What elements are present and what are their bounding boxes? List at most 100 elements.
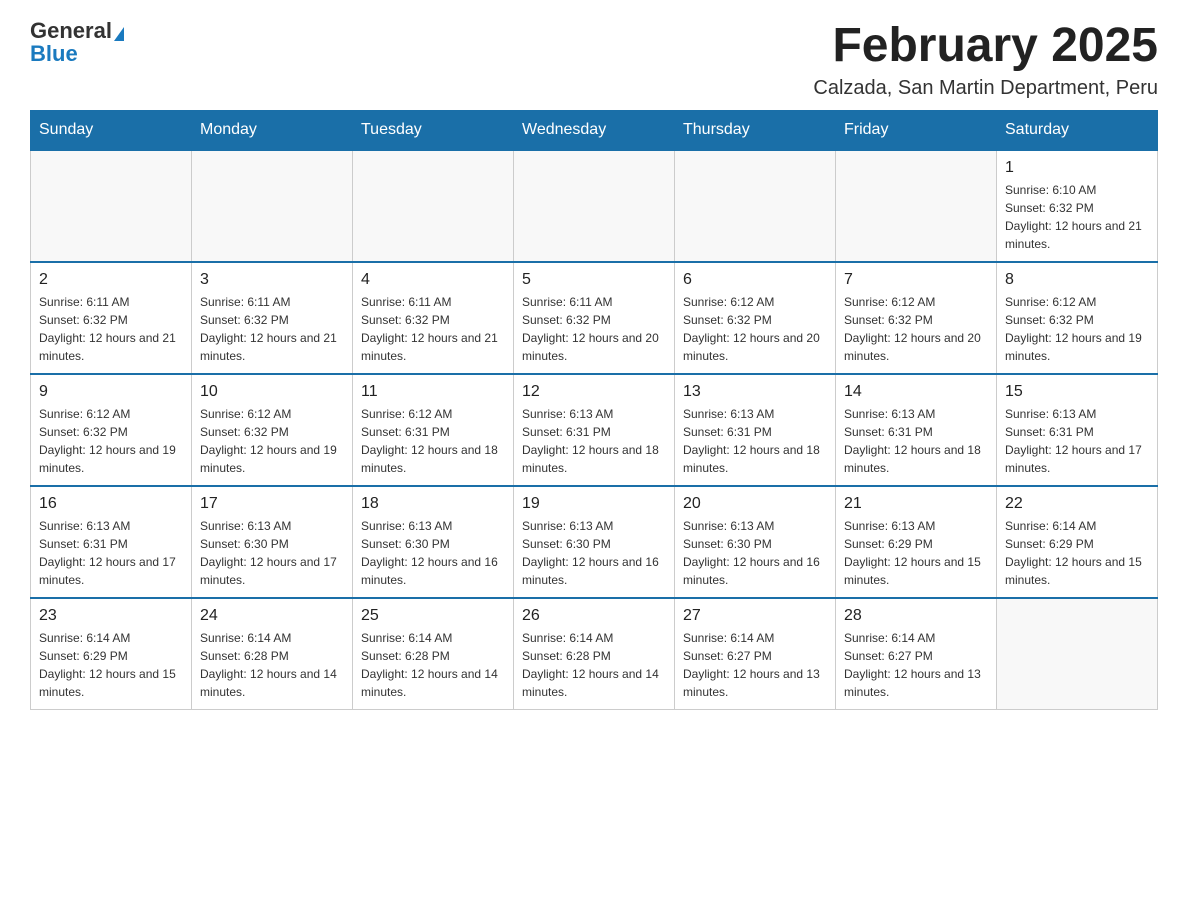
calendar-cell (192, 150, 353, 262)
column-header-friday: Friday (836, 110, 997, 150)
calendar-cell: 19 Sunrise: 6:13 AMSunset: 6:30 PMDayligh… (514, 486, 675, 598)
day-number: 20 (683, 495, 827, 513)
day-info: Sunrise: 6:14 AMSunset: 6:28 PMDaylight:… (200, 629, 344, 701)
day-number: 22 (1005, 495, 1149, 513)
calendar-cell: 16Sunrise: 6:13 AMSunset: 6:31 PMDayligh… (31, 486, 192, 598)
day-info: Sunrise: 6:14 AMSunset: 6:28 PMDaylight:… (361, 629, 505, 701)
calendar-week-4: 16Sunrise: 6:13 AMSunset: 6:31 PMDayligh… (31, 486, 1158, 598)
calendar-week-5: 23 Sunrise: 6:14 AMSunset: 6:29 PMDayligh… (31, 598, 1158, 710)
calendar-cell: 6 Sunrise: 6:12 AMSunset: 6:32 PMDaylight… (675, 262, 836, 374)
day-info: Sunrise: 6:11 AMSunset: 6:32 PMDaylight:… (200, 293, 344, 365)
day-info: Sunrise: 6:14 AMSunset: 6:29 PMDaylight:… (39, 629, 183, 701)
day-info: Sunrise: 6:10 AMSunset: 6:32 PMDaylight:… (1005, 181, 1149, 253)
day-number: 3 (200, 271, 344, 289)
column-header-monday: Monday (192, 110, 353, 150)
day-number: 8 (1005, 271, 1149, 289)
day-number: 1 (1005, 159, 1149, 177)
calendar-cell: 12Sunrise: 6:13 AMSunset: 6:31 PMDayligh… (514, 374, 675, 486)
column-header-wednesday: Wednesday (514, 110, 675, 150)
day-info: Sunrise: 6:12 AMSunset: 6:32 PMDaylight:… (200, 405, 344, 477)
calendar-cell: 10Sunrise: 6:12 AMSunset: 6:32 PMDayligh… (192, 374, 353, 486)
day-info: Sunrise: 6:11 AMSunset: 6:32 PMDaylight:… (522, 293, 666, 365)
day-info: Sunrise: 6:13 AMSunset: 6:30 PMDaylight:… (683, 517, 827, 589)
calendar-cell: 15 Sunrise: 6:13 AMSunset: 6:31 PMDayligh… (997, 374, 1158, 486)
day-number: 26 (522, 607, 666, 625)
calendar-cell (31, 150, 192, 262)
page-header: General Blue February 2025 Calzada, San … (30, 20, 1158, 100)
day-info: Sunrise: 6:14 AMSunset: 6:27 PMDaylight:… (683, 629, 827, 701)
day-info: Sunrise: 6:13 AMSunset: 6:29 PMDaylight:… (844, 517, 988, 589)
logo-blue-row: Blue (30, 43, 78, 66)
calendar-cell: 2Sunrise: 6:11 AMSunset: 6:32 PMDaylight… (31, 262, 192, 374)
calendar-cell: 4 Sunrise: 6:11 AMSunset: 6:32 PMDaylight… (353, 262, 514, 374)
calendar-cell (514, 150, 675, 262)
calendar-cell: 26 Sunrise: 6:14 AMSunset: 6:28 PMDayligh… (514, 598, 675, 710)
day-number: 21 (844, 495, 988, 513)
day-number: 17 (200, 495, 344, 513)
day-info: Sunrise: 6:13 AMSunset: 6:30 PMDaylight:… (522, 517, 666, 589)
calendar-cell (997, 598, 1158, 710)
calendar-cell: 17 Sunrise: 6:13 AMSunset: 6:30 PMDayligh… (192, 486, 353, 598)
day-info: Sunrise: 6:12 AMSunset: 6:32 PMDaylight:… (1005, 293, 1149, 365)
day-number: 24 (200, 607, 344, 625)
calendar-table: SundayMondayTuesdayWednesdayThursdayFrid… (30, 110, 1158, 710)
calendar-header-row: SundayMondayTuesdayWednesdayThursdayFrid… (31, 110, 1158, 150)
calendar-cell: 27 Sunrise: 6:14 AMSunset: 6:27 PMDayligh… (675, 598, 836, 710)
calendar-cell: 5 Sunrise: 6:11 AMSunset: 6:32 PMDaylight… (514, 262, 675, 374)
calendar-cell: 18Sunrise: 6:13 AMSunset: 6:30 PMDayligh… (353, 486, 514, 598)
calendar-cell: 22 Sunrise: 6:14 AMSunset: 6:29 PMDayligh… (997, 486, 1158, 598)
calendar-cell: 13 Sunrise: 6:13 AMSunset: 6:31 PMDayligh… (675, 374, 836, 486)
logo-general-text: General (30, 18, 112, 43)
day-number: 13 (683, 383, 827, 401)
calendar-cell: 21 Sunrise: 6:13 AMSunset: 6:29 PMDayligh… (836, 486, 997, 598)
day-number: 19 (522, 495, 666, 513)
day-number: 14 (844, 383, 988, 401)
calendar-cell: 25 Sunrise: 6:14 AMSunset: 6:28 PMDayligh… (353, 598, 514, 710)
calendar-week-2: 2Sunrise: 6:11 AMSunset: 6:32 PMDaylight… (31, 262, 1158, 374)
day-info: Sunrise: 6:12 AMSunset: 6:31 PMDaylight:… (361, 405, 505, 477)
day-number: 28 (844, 607, 988, 625)
calendar-cell: 7Sunrise: 6:12 AMSunset: 6:32 PMDaylight… (836, 262, 997, 374)
month-title: February 2025 (813, 20, 1158, 73)
calendar-cell: 20 Sunrise: 6:13 AMSunset: 6:30 PMDayligh… (675, 486, 836, 598)
calendar-cell: 14 Sunrise: 6:13 AMSunset: 6:31 PMDayligh… (836, 374, 997, 486)
day-number: 7 (844, 271, 988, 289)
day-info: Sunrise: 6:13 AMSunset: 6:31 PMDaylight:… (683, 405, 827, 477)
calendar-cell: 24 Sunrise: 6:14 AMSunset: 6:28 PMDayligh… (192, 598, 353, 710)
day-info: Sunrise: 6:13 AMSunset: 6:30 PMDaylight:… (361, 517, 505, 589)
calendar-cell: 8 Sunrise: 6:12 AMSunset: 6:32 PMDaylight… (997, 262, 1158, 374)
column-header-thursday: Thursday (675, 110, 836, 150)
calendar-cell: 28Sunrise: 6:14 AMSunset: 6:27 PMDayligh… (836, 598, 997, 710)
day-info: Sunrise: 6:11 AMSunset: 6:32 PMDaylight:… (39, 293, 183, 365)
calendar-week-1: 1 Sunrise: 6:10 AMSunset: 6:32 PMDaylight… (31, 150, 1158, 262)
day-number: 27 (683, 607, 827, 625)
calendar-cell (836, 150, 997, 262)
day-number: 15 (1005, 383, 1149, 401)
calendar-cell (675, 150, 836, 262)
column-header-saturday: Saturday (997, 110, 1158, 150)
day-info: Sunrise: 6:12 AMSunset: 6:32 PMDaylight:… (683, 293, 827, 365)
logo-triangle-icon (114, 27, 124, 41)
day-info: Sunrise: 6:13 AMSunset: 6:30 PMDaylight:… (200, 517, 344, 589)
calendar-week-3: 9Sunrise: 6:12 AMSunset: 6:32 PMDaylight… (31, 374, 1158, 486)
column-header-sunday: Sunday (31, 110, 192, 150)
day-info: Sunrise: 6:13 AMSunset: 6:31 PMDaylight:… (522, 405, 666, 477)
calendar-cell: 3 Sunrise: 6:11 AMSunset: 6:32 PMDaylight… (192, 262, 353, 374)
logo-general-row: General (30, 20, 124, 43)
day-number: 6 (683, 271, 827, 289)
title-block: February 2025 Calzada, San Martin Depart… (813, 20, 1158, 100)
day-number: 25 (361, 607, 505, 625)
calendar-cell: 9Sunrise: 6:12 AMSunset: 6:32 PMDaylight… (31, 374, 192, 486)
day-info: Sunrise: 6:14 AMSunset: 6:28 PMDaylight:… (522, 629, 666, 701)
day-number: 4 (361, 271, 505, 289)
calendar-cell: 1 Sunrise: 6:10 AMSunset: 6:32 PMDaylight… (997, 150, 1158, 262)
day-info: Sunrise: 6:11 AMSunset: 6:32 PMDaylight:… (361, 293, 505, 365)
column-header-tuesday: Tuesday (353, 110, 514, 150)
day-info: Sunrise: 6:13 AMSunset: 6:31 PMDaylight:… (1005, 405, 1149, 477)
day-info: Sunrise: 6:14 AMSunset: 6:29 PMDaylight:… (1005, 517, 1149, 589)
day-number: 5 (522, 271, 666, 289)
day-number: 23 (39, 607, 183, 625)
day-info: Sunrise: 6:13 AMSunset: 6:31 PMDaylight:… (844, 405, 988, 477)
location-title: Calzada, San Martin Department, Peru (813, 77, 1158, 100)
day-number: 11 (361, 383, 505, 401)
